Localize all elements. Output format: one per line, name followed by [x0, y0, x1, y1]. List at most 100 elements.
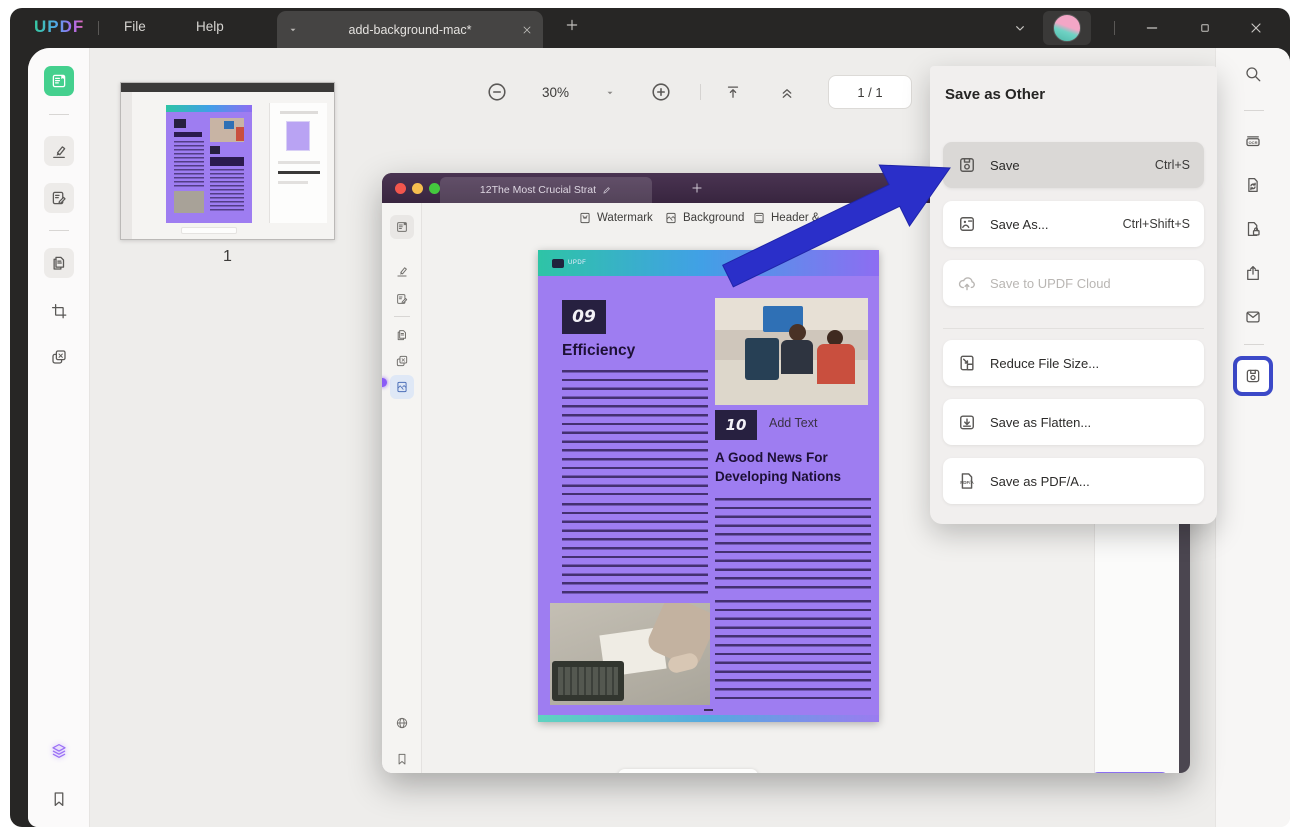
sidebar-item-bookmark[interactable] — [44, 784, 74, 814]
mac-sidebar-pages[interactable] — [390, 323, 414, 347]
sidebar-item-crop[interactable] — [44, 296, 74, 326]
left-sidebar — [28, 48, 90, 827]
menu-item-reduce-file-size[interactable]: Reduce File Size... — [943, 340, 1204, 386]
menu-item-save[interactable]: Save Ctrl+S — [943, 142, 1204, 188]
thumb-left-rail — [121, 92, 132, 239]
sidebar-item-organize-pages[interactable] — [44, 248, 74, 278]
mac-left-sidebar — [382, 203, 422, 773]
sidebar-item-reader[interactable] — [44, 66, 74, 96]
sidebar-divider-2 — [49, 230, 69, 231]
envelope-icon — [1244, 308, 1262, 326]
mac-sidebar-convert[interactable] — [390, 349, 414, 373]
titlebar-divider-2 — [1114, 21, 1115, 35]
mac-sidebar-reader[interactable] — [390, 215, 414, 239]
section-10-title-line2: Developing Nations — [715, 469, 841, 484]
menu-file[interactable]: File — [124, 19, 146, 34]
thumbnail-page-number: 1 — [120, 248, 335, 266]
thumb-titlebar — [121, 83, 334, 92]
watermark-tool[interactable]: Watermark — [578, 211, 653, 225]
stacked-pages-icon — [50, 348, 68, 366]
document-tab[interactable]: add-background-mac* — [277, 11, 543, 48]
mac-sidebar-edit[interactable] — [390, 287, 414, 311]
doc-text-block — [562, 370, 708, 495]
updf-logo: UPDF — [34, 17, 84, 37]
sidebar-item-save-active[interactable] — [1233, 356, 1273, 396]
sidebar-item-annotate[interactable] — [44, 136, 74, 166]
close-icon[interactable] — [1248, 20, 1264, 36]
page-thumbnail[interactable] — [120, 82, 335, 240]
sidebar-item-ocr[interactable]: OCR — [1240, 128, 1266, 154]
doc-text-block — [715, 600, 871, 705]
titlebar-divider — [98, 21, 99, 35]
pdf-page[interactable]: UPDF 09 Efficiency — [538, 250, 879, 722]
new-tab-icon[interactable] — [564, 17, 580, 33]
thumb-doc-page — [166, 105, 252, 223]
watermark-icon — [578, 211, 592, 225]
sidebar-divider — [49, 114, 69, 115]
doc-photo-meeting — [715, 298, 868, 405]
minimize-icon[interactable] — [1144, 20, 1160, 36]
maximize-icon[interactable] — [1198, 21, 1212, 35]
zoom-level: 30% — [542, 85, 569, 100]
doc-page-number — [704, 709, 713, 711]
search-icon — [1244, 65, 1262, 83]
doc-brand-text: UPDF — [568, 260, 586, 266]
titlebar-chevron-down-icon[interactable] — [1012, 20, 1028, 36]
mac-background-active-icon — [395, 380, 409, 394]
svg-text:OCR: OCR — [1249, 140, 1258, 145]
rename-pencil-icon[interactable] — [602, 185, 612, 195]
tab-close-icon[interactable] — [521, 24, 533, 36]
sidebar-item-edit[interactable] — [44, 183, 74, 213]
sidebar-item-convert[interactable] — [1240, 172, 1266, 198]
mac-tab-title: 12The Most Crucial Strat — [480, 184, 596, 196]
sidebar-item-email[interactable] — [1240, 304, 1266, 330]
doc-text-block — [562, 503, 708, 595]
right-sidebar-divider-2 — [1244, 344, 1264, 345]
sidebar-item-protect[interactable] — [1240, 216, 1266, 242]
zoom-caret-down-icon[interactable] — [604, 87, 616, 99]
crop-icon — [50, 302, 68, 320]
callout-arrow — [710, 138, 970, 303]
zoom-in-icon[interactable] — [650, 81, 672, 103]
double-chevron-up-icon[interactable] — [778, 83, 796, 101]
mac-close-light[interactable] — [395, 183, 406, 194]
sidebar-item-convert-pages[interactable] — [44, 342, 74, 372]
mac-minimize-light[interactable] — [412, 183, 423, 194]
mac-new-tab-icon[interactable] — [690, 181, 704, 195]
menu-item-save-as-flatten[interactable]: Save as Flatten... — [943, 399, 1204, 445]
add-text-label[interactable]: Add Text — [769, 416, 817, 430]
page-indicator[interactable]: 1 / 1 — [828, 75, 912, 109]
sidebar-item-layers[interactable] — [44, 736, 74, 766]
scroll-to-top-icon[interactable] — [724, 83, 742, 101]
menu-item-save-as-pdfa[interactable]: PDF/A Save as PDF/A... — [943, 458, 1204, 504]
mac-sidebar-annotate[interactable] — [390, 259, 414, 283]
mac-document-tab[interactable]: 12The Most Crucial Strat — [440, 177, 652, 203]
section-10-badge: 10 — [715, 410, 757, 440]
zoom-out-icon[interactable] — [486, 81, 508, 103]
globe-icon — [395, 716, 409, 730]
mac-sidebar-globe[interactable] — [390, 711, 414, 735]
mac-edit-icon — [395, 292, 409, 306]
mac-sidebar-background-active[interactable] — [390, 375, 414, 399]
pages-icon — [50, 254, 68, 272]
account-button[interactable] — [1043, 11, 1091, 45]
avatar — [1053, 14, 1081, 42]
menu-item-save-shortcut: Ctrl+S — [1155, 158, 1190, 172]
watermark-label: Watermark — [597, 212, 653, 224]
save-as-other-panel: Save as Other Save Ctrl+S Save As... Ctr… — [930, 66, 1217, 524]
reduce-file-size-icon — [957, 353, 977, 373]
mac-zoom-light[interactable] — [429, 183, 440, 194]
apply-save-button[interactable]: Save — [1092, 772, 1168, 773]
mac-bookmark-icon — [395, 752, 409, 766]
menu-help[interactable]: Help — [196, 19, 224, 34]
menu-item-reduce-label: Reduce File Size... — [990, 356, 1190, 371]
svg-text:PDF/A: PDF/A — [960, 480, 974, 485]
tab-caret-down-icon[interactable] — [287, 24, 299, 36]
menu-item-save-as[interactable]: Save As... Ctrl+Shift+S — [943, 201, 1204, 247]
mac-sidebar-bookmark[interactable] — [390, 747, 414, 771]
sidebar-item-search[interactable] — [1240, 61, 1266, 87]
section-10-title-line1: A Good News For — [715, 450, 828, 465]
right-sidebar-divider — [1244, 110, 1264, 111]
save-panel-title: Save as Other — [945, 86, 1045, 103]
sidebar-item-share[interactable] — [1240, 260, 1266, 286]
